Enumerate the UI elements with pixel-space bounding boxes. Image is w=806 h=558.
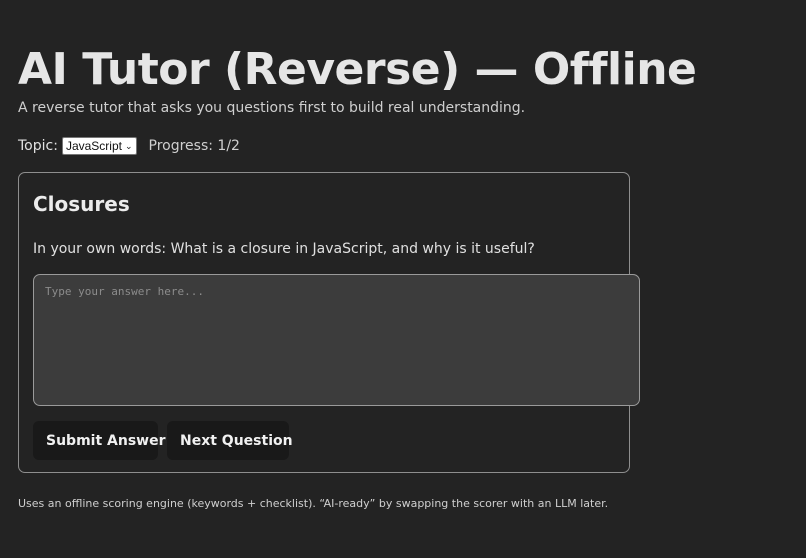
- topic-select[interactable]: JavaScript ⌄: [61, 137, 137, 155]
- chevron-down-icon: ⌄: [124, 140, 133, 151]
- topic-select-value: JavaScript: [65, 139, 122, 153]
- footer-note: Uses an offline scoring engine (keywords…: [18, 497, 609, 510]
- page-subtitle: A reverse tutor that asks you questions …: [18, 100, 526, 116]
- app-page: AI Tutor (Reverse) — Offline A reverse t…: [0, 0, 806, 558]
- topic-label: Topic:: [18, 138, 58, 154]
- topic-row: Topic: JavaScript ⌄ Progress: 1/2: [18, 137, 240, 155]
- card-title: Closures: [33, 192, 130, 216]
- question-text: In your own words: What is a closure in …: [33, 241, 535, 257]
- question-card: Closures In your own words: What is a cl…: [18, 172, 640, 473]
- progress-text: Progress: 1/2: [148, 138, 240, 154]
- next-question-button[interactable]: Next Question: [167, 421, 293, 460]
- submit-answer-button[interactable]: Submit Answer: [33, 421, 166, 460]
- answer-textarea[interactable]: [33, 274, 640, 406]
- page-title: AI Tutor (Reverse) — Offline: [18, 44, 697, 95]
